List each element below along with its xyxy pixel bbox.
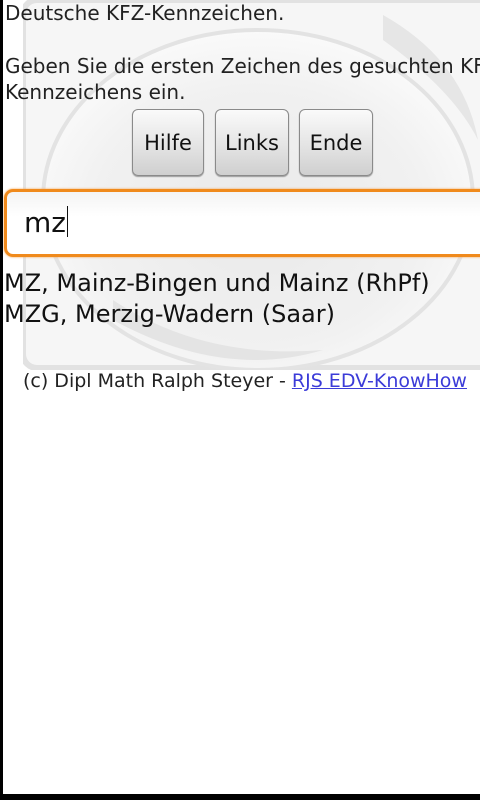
copyright-text: (c) Dipl Math Ralph Steyer - [23, 370, 292, 392]
help-button[interactable]: Hilfe [132, 109, 204, 176]
app-screen: Deutsche KFZ-Kennzeichen. Geben Sie die … [3, 0, 480, 794]
app-heading: Deutsche KFZ-Kennzeichen. [5, 1, 285, 25]
links-button[interactable]: Links [215, 109, 289, 176]
end-button[interactable]: Ende [299, 109, 373, 176]
list-item[interactable]: MZG, Merzig-Wadern (Saar) [4, 299, 430, 330]
footer-credit: (c) Dipl Math Ralph Steyer - RJS EDV-Kno… [23, 369, 467, 393]
text-cursor [66, 206, 68, 237]
instruction-text: Geben Sie die ersten Zeichen des gesucht… [5, 54, 480, 104]
results-list: MZ, Mainz-Bingen und Mainz (RhPf) MZG, M… [4, 268, 430, 330]
search-query-text: mz [24, 206, 66, 239]
search-input[interactable]: mz [4, 189, 480, 257]
search-input-value: mz [24, 206, 68, 240]
knowhow-link[interactable]: RJS EDV-KnowHow [292, 370, 467, 392]
list-item[interactable]: MZ, Mainz-Bingen und Mainz (RhPf) [4, 268, 430, 299]
